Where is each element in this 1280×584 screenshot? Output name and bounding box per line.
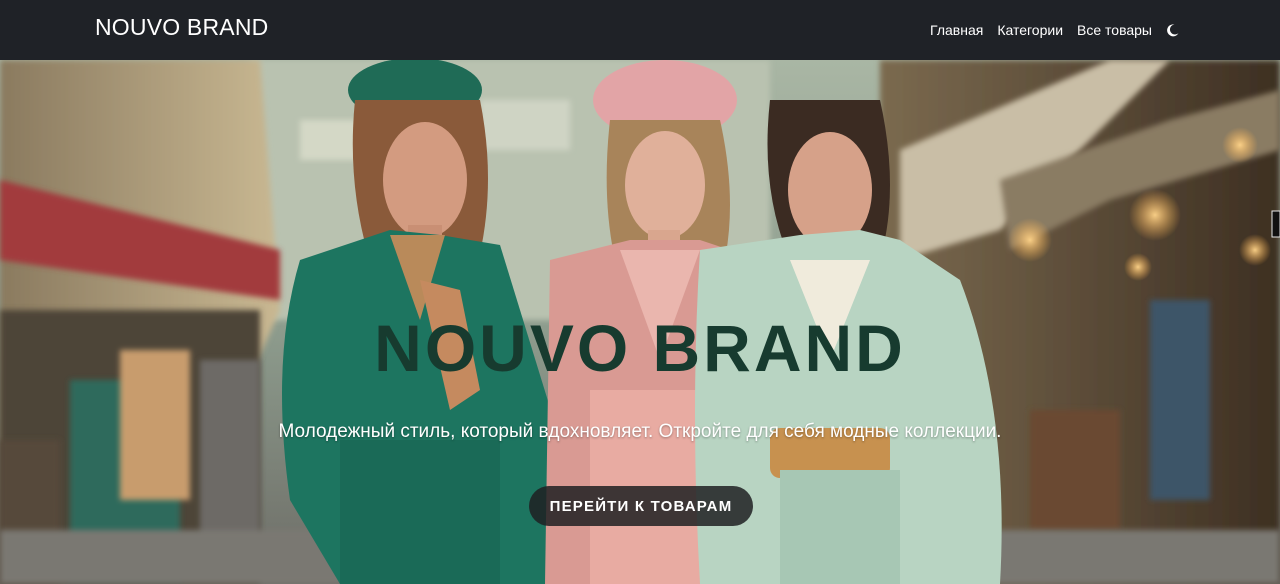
- go-to-products-button[interactable]: ПЕРЕЙТИ К ТОВАРАМ: [529, 486, 753, 526]
- moon-icon[interactable]: [1166, 23, 1180, 37]
- brand-logo[interactable]: NOUVO BRAND: [95, 14, 268, 41]
- scroll-handle-icon[interactable]: [1270, 209, 1280, 239]
- nav-link-categories[interactable]: Категории: [997, 20, 1063, 40]
- hero-subtitle: Молодежный стиль, который вдохновляет. О…: [278, 421, 1002, 442]
- nav-links: Главная Категории Все товары: [916, 20, 1180, 40]
- top-navbar: NOUVO BRAND Главная Категории Все товары: [0, 0, 1280, 60]
- hero-section: NOUVO BRAND Молодежный стиль, который вд…: [0, 60, 1280, 584]
- hero-title: NOUVO BRAND: [374, 311, 906, 385]
- nav-link-home[interactable]: Главная: [930, 20, 983, 40]
- nav-link-all-products[interactable]: Все товары: [1077, 20, 1152, 40]
